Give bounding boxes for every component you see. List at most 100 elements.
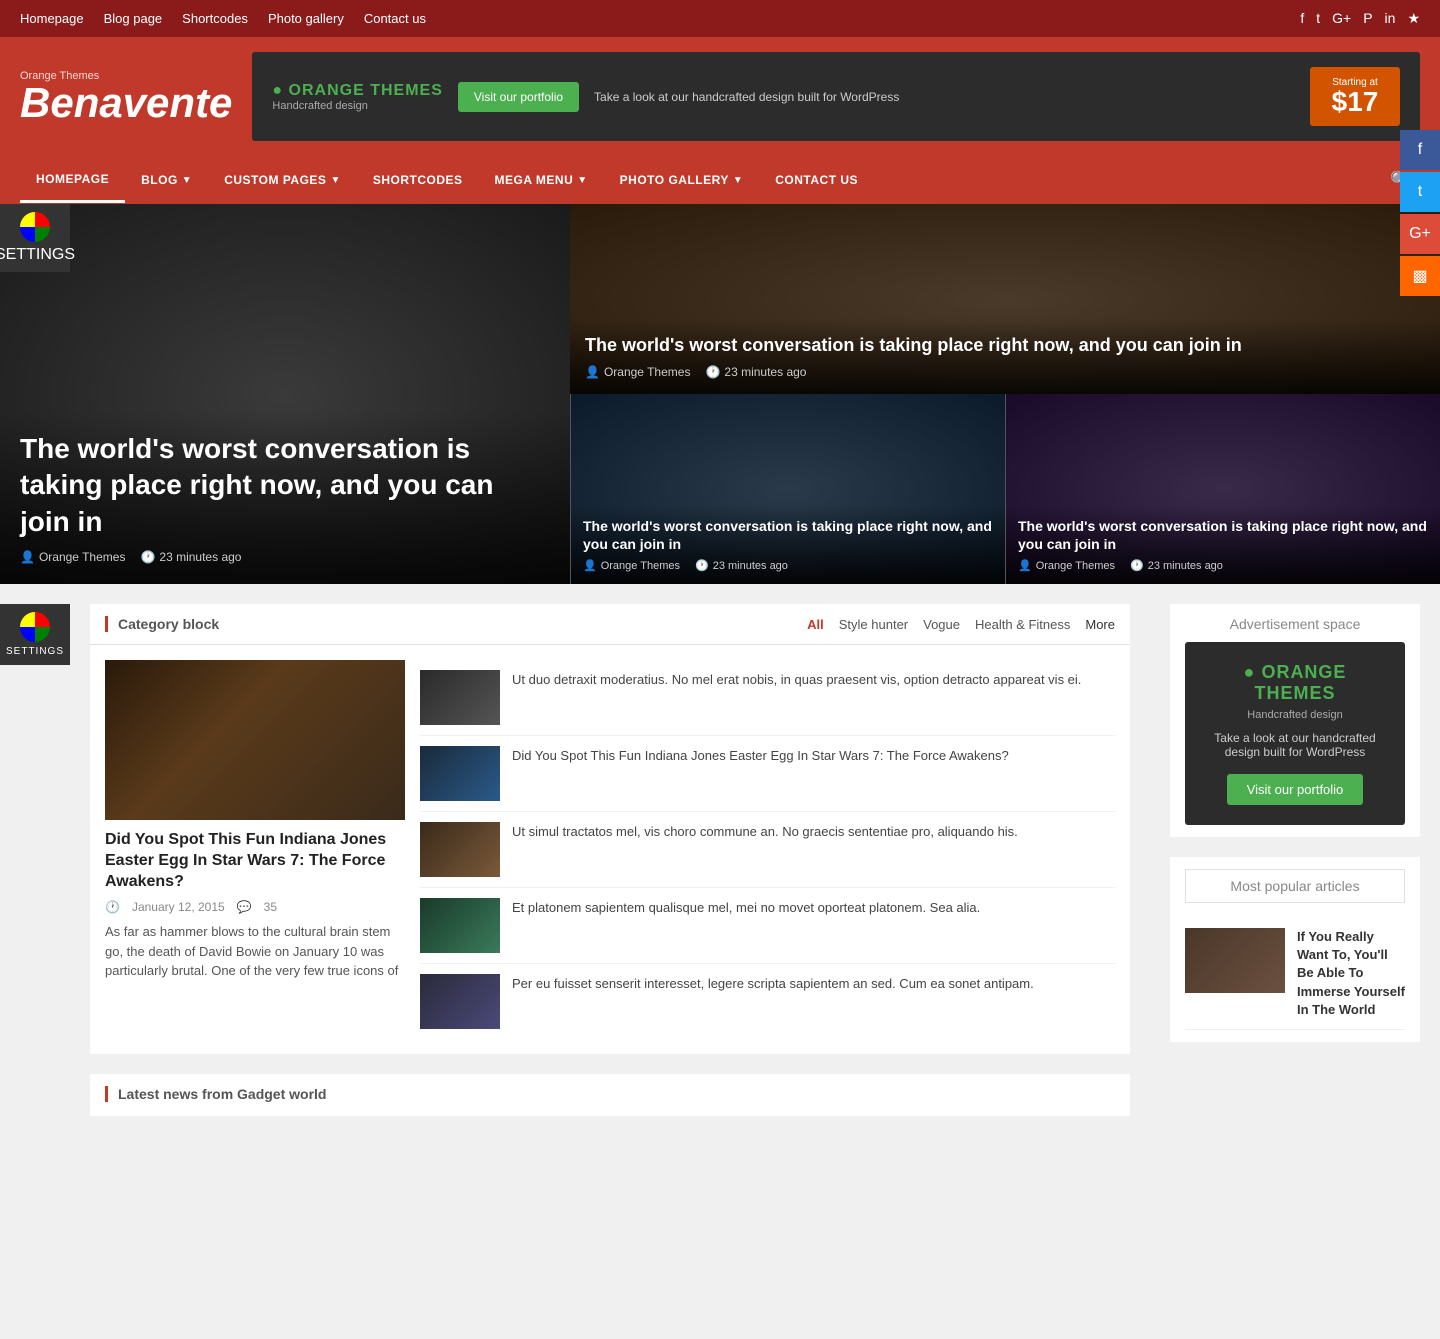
list-item[interactable]: Per eu fuisset senserit interesset, lege… <box>420 964 1115 1039</box>
list-item[interactable]: Did You Spot This Fun Indiana Jones East… <box>420 736 1115 812</box>
hero-top-overlay: The world's worst conversation is taking… <box>570 319 1440 394</box>
twitter-social-button[interactable]: t <box>1400 172 1440 212</box>
photo-gallery-dropdown-arrow: ▼ <box>733 175 743 186</box>
hero-bottom-2-title: The world's worst conversation is taking… <box>1018 517 1428 553</box>
hero-bottom-1-title: The world's worst conversation is taking… <box>583 517 993 553</box>
sidebar: Advertisement space ● ORANGE THEMES Hand… <box>1150 584 1440 1136</box>
banner-description: Take a look at our handcrafted design bu… <box>594 90 1295 104</box>
hero-main-time: 🕐 23 minutes ago <box>140 550 241 564</box>
social-sidebar: f t G+ ▩ <box>1400 130 1440 296</box>
facebook-social-button[interactable]: f <box>1400 130 1440 170</box>
article-thumb-5 <box>420 974 500 1029</box>
custom-pages-dropdown-arrow: ▼ <box>330 175 340 186</box>
settings-icon <box>20 212 50 242</box>
top-nav-links: Homepage Blog page Shortcodes Photo gall… <box>20 11 426 26</box>
hero-section: SETTINGS The world's worst conversation … <box>0 204 1440 584</box>
ad-banner: ● ORANGE THEMES Handcrafted design Take … <box>1185 642 1405 825</box>
hero-bottom-1-author: 👤 Orange Themes <box>583 559 680 572</box>
pinterest-icon[interactable]: P <box>1363 10 1372 27</box>
banner-visit-portfolio-button[interactable]: Visit our portfolio <box>458 82 579 112</box>
article-text-5: Per eu fuisset senserit interesset, lege… <box>512 974 1034 1029</box>
settings-button[interactable]: SETTINGS <box>0 204 70 272</box>
ad-banner-description: Take a look at our handcrafted design bu… <box>1205 731 1385 759</box>
category-tabs: All Style hunter Vogue Health & Fitness … <box>807 617 1115 632</box>
hero-bottom-articles: The world's worst conversation is taking… <box>570 394 1440 584</box>
hero-bottom-1-overlay: The world's worst conversation is taking… <box>571 505 1005 584</box>
settings-button-2[interactable]: SETTINGS <box>0 604 70 665</box>
list-item[interactable]: Et platonem sapientem qualisque mel, mei… <box>420 888 1115 964</box>
rss-social-button[interactable]: ▩ <box>1400 256 1440 296</box>
ad-space-title: Advertisement space <box>1185 616 1405 632</box>
nav-homepage[interactable]: HOMEPAGE <box>20 158 125 203</box>
hero-main-article[interactable]: The world's worst conversation is taking… <box>0 204 570 584</box>
popular-title-1: If You Really Want To, You'll Be Able To… <box>1297 928 1405 1019</box>
featured-excerpt: As far as hammer blows to the cultural b… <box>105 922 405 981</box>
tab-all[interactable]: All <box>807 617 824 632</box>
featured-date-icon: 🕐 <box>105 900 120 914</box>
facebook-icon[interactable]: f <box>1300 10 1304 27</box>
settings-label: SETTINGS <box>0 246 75 264</box>
site-header: Orange Themes Benavente ● ORANGE THEMES … <box>0 37 1440 156</box>
nav-blog[interactable]: BLOG ▼ <box>125 159 208 201</box>
category-block-header: Category block All Style hunter Vogue He… <box>90 604 1130 645</box>
nav-shortcodes[interactable]: SHORTCODES <box>357 159 479 201</box>
hero-top-time: 🕐 23 minutes ago <box>705 365 806 379</box>
hero-right-section: The world's worst conversation is taking… <box>570 204 1440 584</box>
top-navigation: Homepage Blog page Shortcodes Photo gall… <box>0 0 1440 37</box>
top-nav-blog[interactable]: Blog page <box>104 11 163 26</box>
ad-visit-portfolio-button[interactable]: Visit our portfolio <box>1227 774 1364 805</box>
hero-main-author: 👤 Orange Themes <box>20 550 125 564</box>
article-thumb-4 <box>420 898 500 953</box>
hero-top-article[interactable]: The world's worst conversation is taking… <box>570 204 1440 394</box>
popular-thumb-1 <box>1185 928 1285 993</box>
linkedin-icon[interactable]: in <box>1385 10 1396 27</box>
hero-bottom-article-2[interactable]: The world's worst conversation is taking… <box>1005 394 1440 584</box>
ad-banner-subtitle: Handcrafted design <box>1205 709 1385 721</box>
mega-menu-dropdown-arrow: ▼ <box>577 175 587 186</box>
top-nav-homepage[interactable]: Homepage <box>20 11 84 26</box>
hero-top-meta: 👤 Orange Themes 🕐 23 minutes ago <box>585 365 1425 379</box>
category-block: Category block All Style hunter Vogue He… <box>90 604 1130 1054</box>
hero-bottom-2-author: 👤 Orange Themes <box>1018 559 1115 572</box>
content-area: SETTINGS Category block All Style hunter… <box>0 584 1440 1136</box>
featured-article-meta: 🕐 January 12, 2015 💬 35 <box>105 900 405 914</box>
nav-mega-menu[interactable]: MEGA MENU ▼ <box>479 159 604 201</box>
featured-article-title[interactable]: Did You Spot This Fun Indiana Jones East… <box>105 830 405 892</box>
popular-item[interactable]: If You Really Want To, You'll Be Able To… <box>1185 918 1405 1030</box>
article-thumb-1 <box>420 670 500 725</box>
googleplus-icon[interactable]: G+ <box>1332 10 1351 27</box>
category-content: Did You Spot This Fun Indiana Jones East… <box>90 645 1130 1054</box>
top-nav-shortcodes[interactable]: Shortcodes <box>182 11 248 26</box>
top-nav-photo-gallery[interactable]: Photo gallery <box>268 11 344 26</box>
tab-health-fitness[interactable]: Health & Fitness <box>975 617 1070 632</box>
top-nav-social-icons: f t G+ P in ★ <box>1300 10 1420 27</box>
twitter-icon[interactable]: t <box>1316 10 1320 27</box>
tab-vogue[interactable]: Vogue <box>923 617 960 632</box>
nav-contact-us[interactable]: CONTACT US <box>759 159 874 201</box>
logo-title[interactable]: Benavente <box>20 82 232 124</box>
article-text-4: Et platonem sapientem qualisque mel, mei… <box>512 898 980 953</box>
nav-custom-pages[interactable]: CUSTOM PAGES ▼ <box>208 159 357 201</box>
blog-dropdown-arrow: ▼ <box>182 175 192 186</box>
banner-logo: ● ORANGE THEMES Handcrafted design <box>272 82 442 112</box>
hero-top-title: The world's worst conversation is taking… <box>585 334 1425 357</box>
list-item[interactable]: Ut duo detraxit moderatius. No mel erat … <box>420 660 1115 736</box>
banner-logo-title: ● ORANGE THEMES <box>272 82 442 100</box>
nav-photo-gallery[interactable]: PHOTO GALLERY ▼ <box>604 159 760 201</box>
tab-style-hunter[interactable]: Style hunter <box>839 617 908 632</box>
hero-bottom-1-time: 🕐 23 minutes ago <box>695 559 788 572</box>
main-navigation: HOMEPAGE BLOG ▼ CUSTOM PAGES ▼ SHORTCODE… <box>0 156 1440 204</box>
logo-subtitle: Orange Themes <box>20 70 232 82</box>
featured-comments-icon: 💬 <box>237 900 252 914</box>
googleplus-social-button[interactable]: G+ <box>1400 214 1440 254</box>
article-thumb-2 <box>420 746 500 801</box>
featured-article[interactable]: Did You Spot This Fun Indiana Jones East… <box>105 660 405 1039</box>
latest-news-block: Latest news from Gadget world <box>90 1074 1130 1116</box>
hero-bottom-2-overlay: The world's worst conversation is taking… <box>1006 505 1440 584</box>
top-nav-contact-us[interactable]: Contact us <box>364 11 426 26</box>
tab-more-dropdown[interactable]: More <box>1085 617 1115 632</box>
header-banner: ● ORANGE THEMES Handcrafted design Visit… <box>252 52 1420 141</box>
list-item[interactable]: Ut simul tractatos mel, vis choro commun… <box>420 812 1115 888</box>
rss-icon[interactable]: ★ <box>1407 10 1420 27</box>
hero-bottom-article-1[interactable]: The world's worst conversation is taking… <box>570 394 1005 584</box>
